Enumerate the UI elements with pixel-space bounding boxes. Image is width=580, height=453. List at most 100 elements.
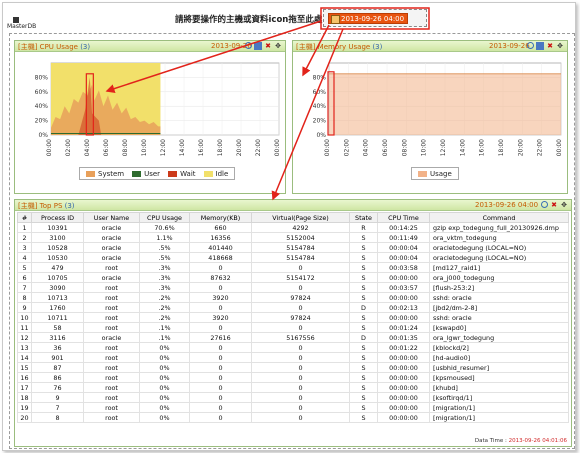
move-icon[interactable]: ✥	[560, 201, 568, 209]
table-cell: oracletodegung (LOCAL=NO)	[429, 242, 569, 253]
table-cell: 5	[17, 262, 32, 273]
column-header[interactable]: User Name	[83, 212, 140, 223]
x-tick-label: 02:00	[343, 139, 350, 156]
ps-panel-header[interactable]: [主機] Top PS (3) 2013-09-26 04:00 ✖ ✥	[15, 200, 571, 211]
table-cell: 86	[31, 372, 84, 383]
save-icon[interactable]	[254, 42, 262, 50]
legend-user[interactable]: User	[132, 170, 160, 178]
close-icon[interactable]: ✖	[264, 42, 272, 50]
table-cell: [flush-253:2]	[429, 282, 569, 293]
table-cell: .1%	[139, 322, 190, 333]
table-cell: 2	[17, 232, 32, 243]
table-row[interactable]: 1 10391 oracle 70.6% 660 4292 R 00:14:25 gzip ex…	[17, 222, 569, 233]
table-cell: S	[349, 292, 378, 303]
column-header[interactable]: CPU Time	[377, 212, 430, 223]
table-cell: .5%	[139, 252, 190, 263]
column-header[interactable]: Memory(KB)	[189, 212, 252, 223]
legend-idle[interactable]: Idle	[203, 170, 228, 178]
table-row[interactable]: 17 76 root 0% 0 0 S 00:00:00 [khubd]	[17, 382, 569, 393]
table-cell: 00:14:25	[377, 222, 430, 233]
table-row[interactable]: 3 10528 oracle .5% 401440 5154784 S 00:00:04 ora…	[17, 242, 569, 253]
table-row[interactable]: 10 10711 root .2% 3920 97824 S 00:00:00 sshd: or…	[17, 312, 569, 323]
drop-zone[interactable]: 請將要操作的主機或資料icon拖至此處 2013-09-26 04:00	[3, 3, 575, 27]
legend-system[interactable]: System	[86, 170, 124, 178]
table-cell: 70.6%	[139, 222, 190, 233]
column-header[interactable]: Command	[429, 212, 569, 223]
search-icon[interactable]	[541, 201, 548, 208]
table-cell: .3%	[139, 272, 190, 283]
table-row[interactable]: 4 10530 oracle .5% 418668 5154784 S 00:00:04 ora…	[17, 252, 569, 263]
save-icon[interactable]	[536, 42, 544, 50]
table-cell: 5152004	[251, 232, 350, 243]
table-cell: 13	[17, 342, 32, 353]
table-cell: S	[349, 392, 378, 403]
table-cell: root	[83, 412, 140, 423]
drop-chip[interactable]: 2013-09-26 04:00	[323, 9, 427, 27]
table-cell: 0%	[139, 382, 190, 393]
table-row[interactable]: 6 10705 oracle .3% 87632 5154172 S 00:00:00 ora_…	[17, 272, 569, 283]
table-cell: root	[83, 292, 140, 303]
table-row[interactable]: 13 36 root 0% 0 0 S 00:01:22 [kblockd/2]	[17, 342, 569, 353]
table-row[interactable]: 8 10713 root .2% 3920 97824 S 00:00:00 sshd: ora…	[17, 292, 569, 303]
close-icon[interactable]: ✖	[550, 201, 558, 209]
table-cell: 3090	[31, 282, 84, 293]
table-cell: [usbhid_resumer]	[429, 362, 569, 373]
table-cell: 0	[251, 412, 350, 423]
table-row[interactable]: 14 901 root 0% 0 0 S 00:00:00 [hd-audio0]	[17, 352, 569, 363]
x-tick-label: 10:00	[421, 139, 428, 156]
table-row[interactable]: 5 479 root .3% 0 0 S 00:03:58 [md127_raid1]	[17, 262, 569, 273]
table-cell: 00:00:00	[377, 352, 430, 363]
search-icon[interactable]	[527, 42, 534, 49]
table-cell: 901	[31, 352, 84, 363]
memory-panel-date: 2013-09-26	[489, 42, 530, 50]
dropped-time-chip[interactable]: 2013-09-26 04:00	[328, 13, 409, 24]
table-cell: 3920	[189, 312, 252, 323]
table-row[interactable]: 19 7 root 0% 0 0 S 00:00:00 [migration/1]	[17, 402, 569, 413]
table-cell: 00:00:04	[377, 242, 430, 253]
table-row[interactable]: 9 1760 root .2% 0 0 D 00:02:13 [jbd2/dm-2-8]	[17, 302, 569, 313]
table-cell: S	[349, 232, 378, 243]
table-cell: 00:00:00	[377, 272, 430, 283]
table-cell: S	[349, 282, 378, 293]
table-row[interactable]: 20 8 root 0% 0 0 S 00:00:00 [migration/1]	[17, 412, 569, 423]
table-cell: 00:01:24	[377, 322, 430, 333]
close-icon[interactable]: ✖	[546, 42, 554, 50]
move-icon[interactable]: ✥	[274, 42, 282, 50]
legend-wait[interactable]: Wait	[168, 170, 196, 178]
table-cell: 7	[17, 282, 32, 293]
table-row[interactable]: 11 58 root .1% 0 0 S 00:01:24 [kswapd0]	[17, 322, 569, 333]
host-label[interactable]: MasterDB	[7, 23, 36, 30]
table-cell: S	[349, 252, 378, 263]
table-cell: 0	[189, 412, 252, 423]
legend-usage[interactable]: Usage	[418, 170, 452, 178]
table-row[interactable]: 16 86 root 0% 0 0 S 00:00:00 [kpsmoused]	[17, 372, 569, 383]
table-row[interactable]: 7 3090 root .3% 0 0 S 00:03:57 [flush-253:2]	[17, 282, 569, 293]
table-cell: 9	[31, 392, 84, 403]
table-cell: 0	[251, 382, 350, 393]
x-tick-label: 12:00	[440, 139, 447, 156]
memory-panel-header[interactable]: [主機] Memory Usage (3) 2013-09-26 ✖ ✥	[293, 41, 567, 52]
top-ps-panel: [主機] Top PS (3) 2013-09-26 04:00 ✖ ✥ # Pr…	[14, 199, 572, 447]
search-icon[interactable]	[245, 42, 252, 49]
table-row[interactable]: 15 87 root 0% 0 0 S 00:00:00 [usbhid_resumer]	[17, 362, 569, 373]
table-cell: 10711	[31, 312, 84, 323]
column-header[interactable]: CPU Usage	[139, 212, 190, 223]
cpu-panel-header[interactable]: [主機] CPU Usage (3) 2013-09-26 ✖ ✥	[15, 41, 285, 52]
table-cell: 0%	[139, 342, 190, 353]
table-cell: S	[349, 412, 378, 423]
move-icon[interactable]: ✥	[556, 42, 564, 50]
cpu-usage-panel: [主機] CPU Usage (3) 2013-09-26 ✖ ✥ 0% 20% 4…	[14, 40, 286, 194]
table-cell: 17	[17, 382, 32, 393]
column-header[interactable]: Process ID	[31, 212, 84, 223]
table-row[interactable]: 2 3100 oracle 1.1% 16356 5152004 S 00:11:49 ora_…	[17, 232, 569, 243]
table-cell: S	[349, 272, 378, 283]
table-row[interactable]: 12 3116 oracle .1% 27616 5167556 D 00:01:35 ora_…	[17, 332, 569, 343]
table-row[interactable]: 18 9 root 0% 0 0 S 00:00:00 [ksoftirqd/1]	[17, 392, 569, 403]
table-cell: [jbd2/dm-2-8]	[429, 302, 569, 313]
column-header[interactable]: Virtual(Page Size)	[251, 212, 350, 223]
table-cell: 0	[189, 392, 252, 403]
column-header[interactable]: State	[349, 212, 378, 223]
column-header[interactable]: #	[17, 212, 32, 223]
table-cell: [ksoftirqd/1]	[429, 392, 569, 403]
table-cell: 14	[17, 352, 32, 363]
